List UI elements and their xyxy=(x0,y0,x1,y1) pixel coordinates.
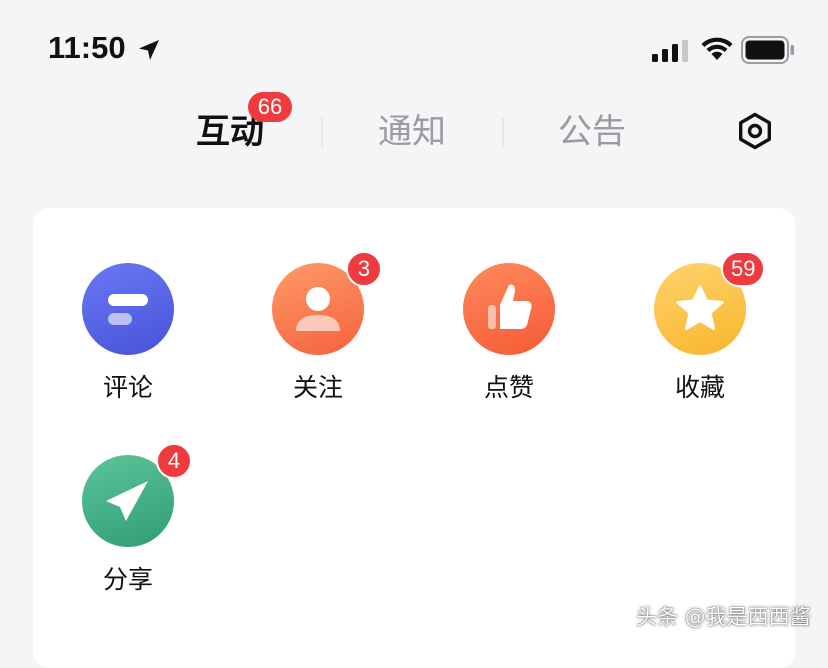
favorite-entry[interactable]: 59 收藏 xyxy=(625,251,775,423)
favorite-badge: 59 xyxy=(721,251,766,287)
follow-badge: 3 xyxy=(346,251,382,287)
watermark: 头条 @我是西西酱 xyxy=(636,605,811,629)
tab-notifications[interactable]: 通知 xyxy=(378,108,446,156)
share-badge: 4 xyxy=(156,443,192,479)
tab-announcements[interactable]: 公告 xyxy=(558,108,626,156)
thumbs-up-icon xyxy=(463,263,555,355)
status-bar: 11:50 xyxy=(0,0,828,96)
follow-label: 关注 xyxy=(292,373,343,402)
follow-entry[interactable]: 3 关注 xyxy=(243,251,393,423)
share-label: 分享 xyxy=(102,565,153,594)
tab-interaction-badge: 66 xyxy=(248,92,292,122)
wifi-icon xyxy=(701,37,733,60)
favorite-label: 收藏 xyxy=(674,373,725,402)
comment-entry[interactable]: 评论 xyxy=(53,263,203,423)
location-arrow-icon xyxy=(139,40,159,60)
interaction-card: 评论 3 关注 点赞 59 收藏 4 分享 xyxy=(33,208,795,668)
comment-icon xyxy=(82,263,174,355)
share-entry[interactable]: 4 分享 xyxy=(53,443,203,615)
tab-bar: 互动 66 通知 公告 xyxy=(0,92,828,172)
tab-divider xyxy=(321,118,323,148)
settings-icon[interactable] xyxy=(736,112,774,150)
comment-label: 评论 xyxy=(102,373,153,402)
like-label: 点赞 xyxy=(483,373,534,402)
battery-icon xyxy=(741,36,794,64)
status-time: 11:50 xyxy=(48,30,126,65)
cellular-signal-icon xyxy=(652,40,688,62)
like-entry[interactable]: 点赞 xyxy=(434,263,584,423)
tab-divider xyxy=(502,118,504,148)
